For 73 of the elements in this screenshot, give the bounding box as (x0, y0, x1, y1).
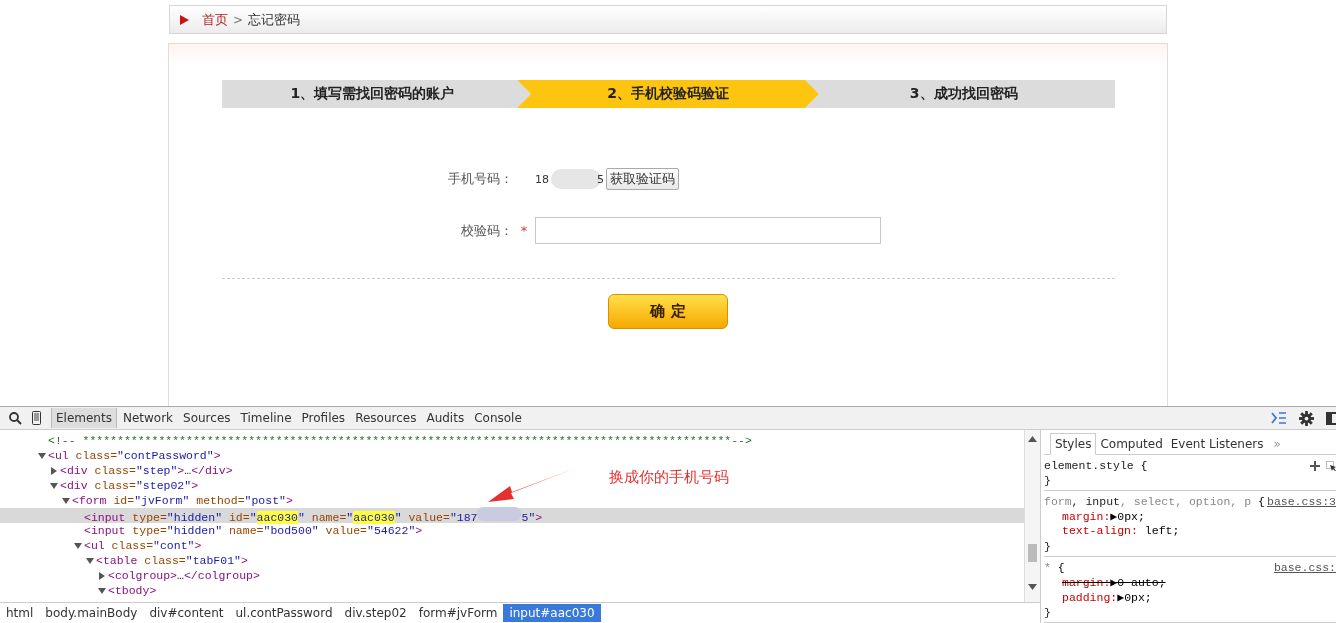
confirm-button[interactable]: 确 定 (608, 294, 728, 329)
collapse-arrow-icon[interactable] (86, 556, 94, 565)
collapse-arrow-icon[interactable] (38, 451, 46, 460)
css-property: margin:▶0 auto; (1061, 575, 1167, 590)
breadcrumb-item[interactable]: body.mainBody (39, 604, 144, 622)
input-field[interactable] (535, 217, 881, 244)
source-link[interactable]: base.css: (1273, 561, 1336, 574)
annotation-text: 换成你的手机号码 (609, 468, 729, 487)
required-mark: * (519, 223, 529, 238)
devtools-tab[interactable]: Sources (179, 408, 235, 428)
search-icon[interactable] (9, 411, 22, 425)
dom-node-line[interactable]: <tbody> (108, 584, 157, 597)
field-label: 手机号码： (447, 170, 513, 188)
breadcrumb-item[interactable]: div#content (143, 604, 230, 622)
styles-tab[interactable]: Event Listeners (1166, 434, 1268, 454)
phone-icon[interactable] (32, 411, 41, 425)
scroll-up-icon[interactable] (1028, 436, 1037, 442)
collapse-arrow-icon[interactable] (62, 496, 70, 505)
devtools-tab[interactable]: Elements (51, 408, 117, 428)
add-icon[interactable] (1310, 460, 1320, 471)
closing-brace: } (1044, 606, 1051, 619)
breadcrumb-item[interactable]: input#aac030 (503, 604, 601, 622)
collapse-arrow-icon[interactable] (50, 481, 58, 490)
dom-node-line[interactable]: <div class="step">…</div> (60, 464, 233, 477)
settings-icon[interactable] (1299, 410, 1314, 426)
dock-icon[interactable] (1326, 411, 1336, 425)
blurred-redaction (551, 169, 601, 189)
element-picker-icon[interactable] (1326, 460, 1336, 471)
devtools-tab[interactable]: Profiles (297, 408, 350, 428)
phone-number: 18 (535, 172, 549, 186)
collapse-arrow-icon[interactable] (98, 586, 106, 595)
devtools-tab[interactable]: Timeline (236, 408, 296, 428)
expand-arrow-icon[interactable] (98, 571, 106, 580)
styles-tab[interactable]: Styles (1050, 433, 1097, 455)
breadcrumb-item[interactable]: html (0, 604, 40, 622)
dom-node-line[interactable]: <table class="tabF01"> (96, 554, 248, 567)
dom-node-line[interactable]: <input type="hidden" name="bod500" value="54622"> (84, 524, 423, 537)
breadcrumb-item[interactable]: ul.contPassword (229, 604, 339, 622)
home-link[interactable]: 首页 (202, 10, 228, 29)
css-property: padding:▶0px; (1061, 590, 1153, 605)
collapse-arrow-icon[interactable] (74, 541, 82, 550)
css-selector: element.style { (1044, 459, 1148, 472)
closing-brace: } (1044, 540, 1051, 553)
closing-brace: } (1044, 474, 1051, 487)
dom-node-line[interactable]: <ul class="contPassword"> (48, 449, 221, 462)
console-drawer-icon[interactable] (1271, 412, 1287, 424)
css-property: margin:▶0px; (1061, 509, 1146, 524)
css-selector: form, input, select, option, p { (1044, 495, 1265, 508)
send-code-button[interactable]: 获取验证码 (606, 168, 679, 190)
breadcrumb-item[interactable]: form#jvForm (412, 604, 504, 622)
expand-arrow-icon[interactable] (50, 466, 58, 475)
dom-node-line[interactable]: <colgroup>…</colgroup> (108, 569, 260, 582)
devtools-tab[interactable]: Audits (422, 408, 469, 428)
breadcrumb-current: 忘记密码 (248, 10, 301, 29)
breadcrumb-item[interactable]: div.step02 (338, 604, 413, 622)
dom-node-line[interactable]: <!-- **********************************************************************************************--> (48, 434, 752, 447)
devtools-tab[interactable]: Network (118, 408, 178, 428)
styles-tab[interactable]: Computed (1096, 434, 1167, 454)
scrollbar-thumb[interactable] (1028, 544, 1037, 562)
dom-node-line[interactable]: <div class="step02"> (60, 479, 199, 492)
scroll-down-icon[interactable] (1028, 584, 1037, 590)
dom-node-line[interactable]: <form id="jvForm" method="post"> (72, 494, 293, 507)
devtools-tab[interactable]: Console (470, 408, 526, 428)
progress-step: 2、手机校验码验证 (517, 80, 819, 108)
css-selector: * { (1044, 561, 1065, 574)
devtools-tab[interactable]: Resources (351, 408, 421, 428)
phone-number: 5 (597, 172, 604, 186)
play-arrow-icon (180, 14, 189, 25)
dom-node-line[interactable]: <ul class="cont"> (84, 539, 202, 552)
css-property: text-align: left; (1061, 524, 1181, 539)
separator: > (233, 12, 244, 27)
field-label: 校验码： (460, 221, 513, 240)
source-link[interactable]: base.css:3 (1267, 495, 1336, 508)
